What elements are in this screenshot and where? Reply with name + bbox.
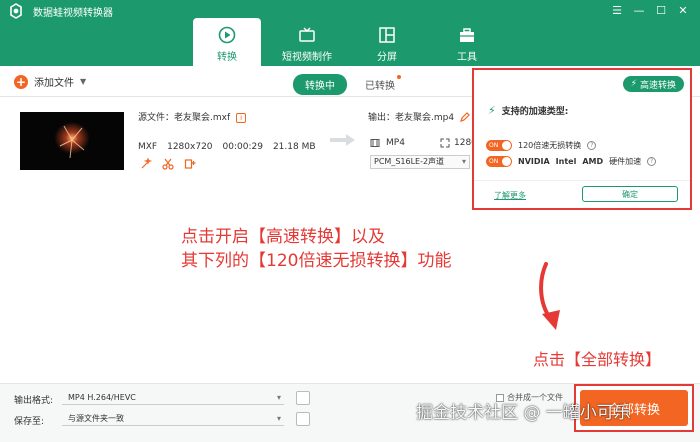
tab-converted[interactable]: 已转换 [365, 75, 401, 92]
source-duration: 00:00:29 [222, 142, 263, 152]
maximize-icon[interactable]: ☐ [652, 2, 670, 18]
arrow-right-icon [330, 134, 355, 146]
film-icon [370, 139, 380, 147]
save-to-title: 保存至: [14, 417, 45, 427]
resize-icon [440, 138, 450, 148]
help-icon[interactable]: ? [647, 157, 657, 166]
add-file-label: 添加文件 [34, 78, 74, 89]
annotation-line-2: 其下列的【120倍速无损转换】功能 [181, 251, 452, 271]
source-file-name: 源文件：老友聚会.mxf i [138, 110, 247, 123]
notification-dot [397, 75, 401, 79]
tab-converting[interactable]: 转换中 [293, 74, 347, 95]
tab-split-screen-label: 分屏 [377, 52, 397, 63]
subtitle-icon[interactable] [184, 158, 196, 170]
file-meta: MXF 1280x720 00:00:29 21.18 MB [138, 142, 316, 152]
annotation-arrow-icon [539, 262, 560, 330]
app-header: 数据蛙视频转换器 ☰ — ☐ ✕ 转换 短视频制作 分屏 工具 [0, 0, 700, 66]
high-speed-button[interactable]: ⚡ 高速转换 [622, 76, 684, 92]
learn-more-link[interactable]: 了解更多 [494, 190, 526, 201]
output-file-name: 输出：老友聚会.mp4 [368, 110, 470, 123]
option-nvidia: NVIDIA [518, 157, 550, 166]
window-controls: ☰ — ☐ ✕ [608, 2, 692, 18]
tab-tools-label: 工具 [457, 52, 477, 63]
app-logo-icon [10, 3, 22, 19]
annotation-line-1: 点击开启【高速转换】以及 [181, 227, 385, 247]
folder-icon[interactable] [296, 412, 310, 426]
output-format-label: MP4 [386, 138, 405, 148]
scissors-icon[interactable] [162, 158, 174, 170]
lossless-toggle[interactable]: ON [486, 140, 512, 151]
tab-tools[interactable]: 工具 [433, 18, 501, 66]
hardware-toggle[interactable]: ON [486, 156, 512, 167]
add-file-button[interactable]: + 添加文件 ▼ [14, 74, 86, 89]
split-screen-icon [379, 27, 395, 43]
settings-icon[interactable] [296, 391, 310, 405]
source-format: MXF [138, 142, 158, 152]
main-tabs: 转换 短视频制作 分屏 工具 [193, 18, 513, 66]
output-format-title: 输出格式: [14, 396, 54, 406]
lightning-icon: ⚡ [630, 79, 637, 89]
tab-split-screen[interactable]: 分屏 [353, 18, 421, 66]
app-title: 数据蛙视频转换器 [33, 8, 113, 19]
chevron-down-icon[interactable]: ▼ [80, 77, 86, 86]
menu-icon[interactable]: ☰ [608, 2, 626, 18]
tab-converted-label: 已转换 [365, 81, 395, 92]
video-thumbnail[interactable] [20, 112, 124, 170]
option-lossless: ON 120倍速无损转换 ? [486, 140, 597, 151]
audio-track-select[interactable]: PCM_S16LE-2声道 [370, 155, 470, 169]
option-intel: Intel [555, 157, 577, 166]
tab-short-video-label: 短视频制作 [282, 52, 332, 63]
annotation-convert-all: 点击【全部转换】 [533, 350, 662, 369]
source-size: 21.18 MB [272, 142, 316, 152]
high-speed-popup: ⚡ 高速转换 ⚡ 支持的加速类型: ON 120倍速无损转换 ? ON NVID… [472, 68, 692, 210]
minimize-icon[interactable]: — [630, 2, 648, 18]
accel-title-label: 支持的加速类型: [501, 107, 569, 117]
convert-icon [218, 26, 236, 44]
accel-title: ⚡ 支持的加速类型: [488, 104, 568, 117]
output-format-select[interactable]: MP4 H.264/HEVC [62, 390, 284, 405]
close-icon[interactable]: ✕ [674, 2, 692, 18]
output-format[interactable]: MP4 [370, 138, 405, 148]
status-tabs: 转换中 已转换 [293, 74, 401, 95]
toolbox-icon [460, 28, 474, 42]
source-resolution: 1280x720 [167, 142, 213, 152]
magic-wand-icon[interactable] [140, 158, 152, 170]
save-to-select[interactable]: 与源文件夹一致 [62, 411, 284, 426]
option-hardware-suffix: 硬件加速 [609, 157, 642, 166]
popup-divider [474, 180, 690, 181]
option-amd: AMD [582, 157, 604, 166]
high-speed-label: 高速转换 [639, 80, 676, 91]
output-file-label: 输出：老友聚会.mp4 [368, 113, 455, 123]
option-hardware: ON NVIDIA Intel AMD 硬件加速 ? [486, 156, 657, 167]
confirm-button[interactable]: 确定 [582, 186, 678, 202]
watermark-text: 掘金技术社区 @ 一罐小可乐 [416, 403, 631, 423]
tab-convert[interactable]: 转换 [193, 18, 261, 66]
info-icon[interactable]: i [236, 113, 247, 123]
tab-convert-label: 转换 [217, 52, 237, 63]
option-lossless-label: 120倍速无损转换 [518, 141, 582, 150]
plus-icon: + [14, 74, 28, 89]
lightning-icon-green: ⚡ [488, 104, 496, 117]
tab-short-video[interactable]: 短视频制作 [273, 18, 341, 66]
thumbnail-image [20, 112, 124, 170]
edit-tools [140, 158, 196, 170]
source-file-label: 源文件：老友聚会.mxf [138, 113, 231, 123]
help-icon[interactable]: ? [587, 141, 597, 150]
pencil-icon[interactable] [460, 111, 470, 122]
tv-icon [299, 27, 315, 42]
